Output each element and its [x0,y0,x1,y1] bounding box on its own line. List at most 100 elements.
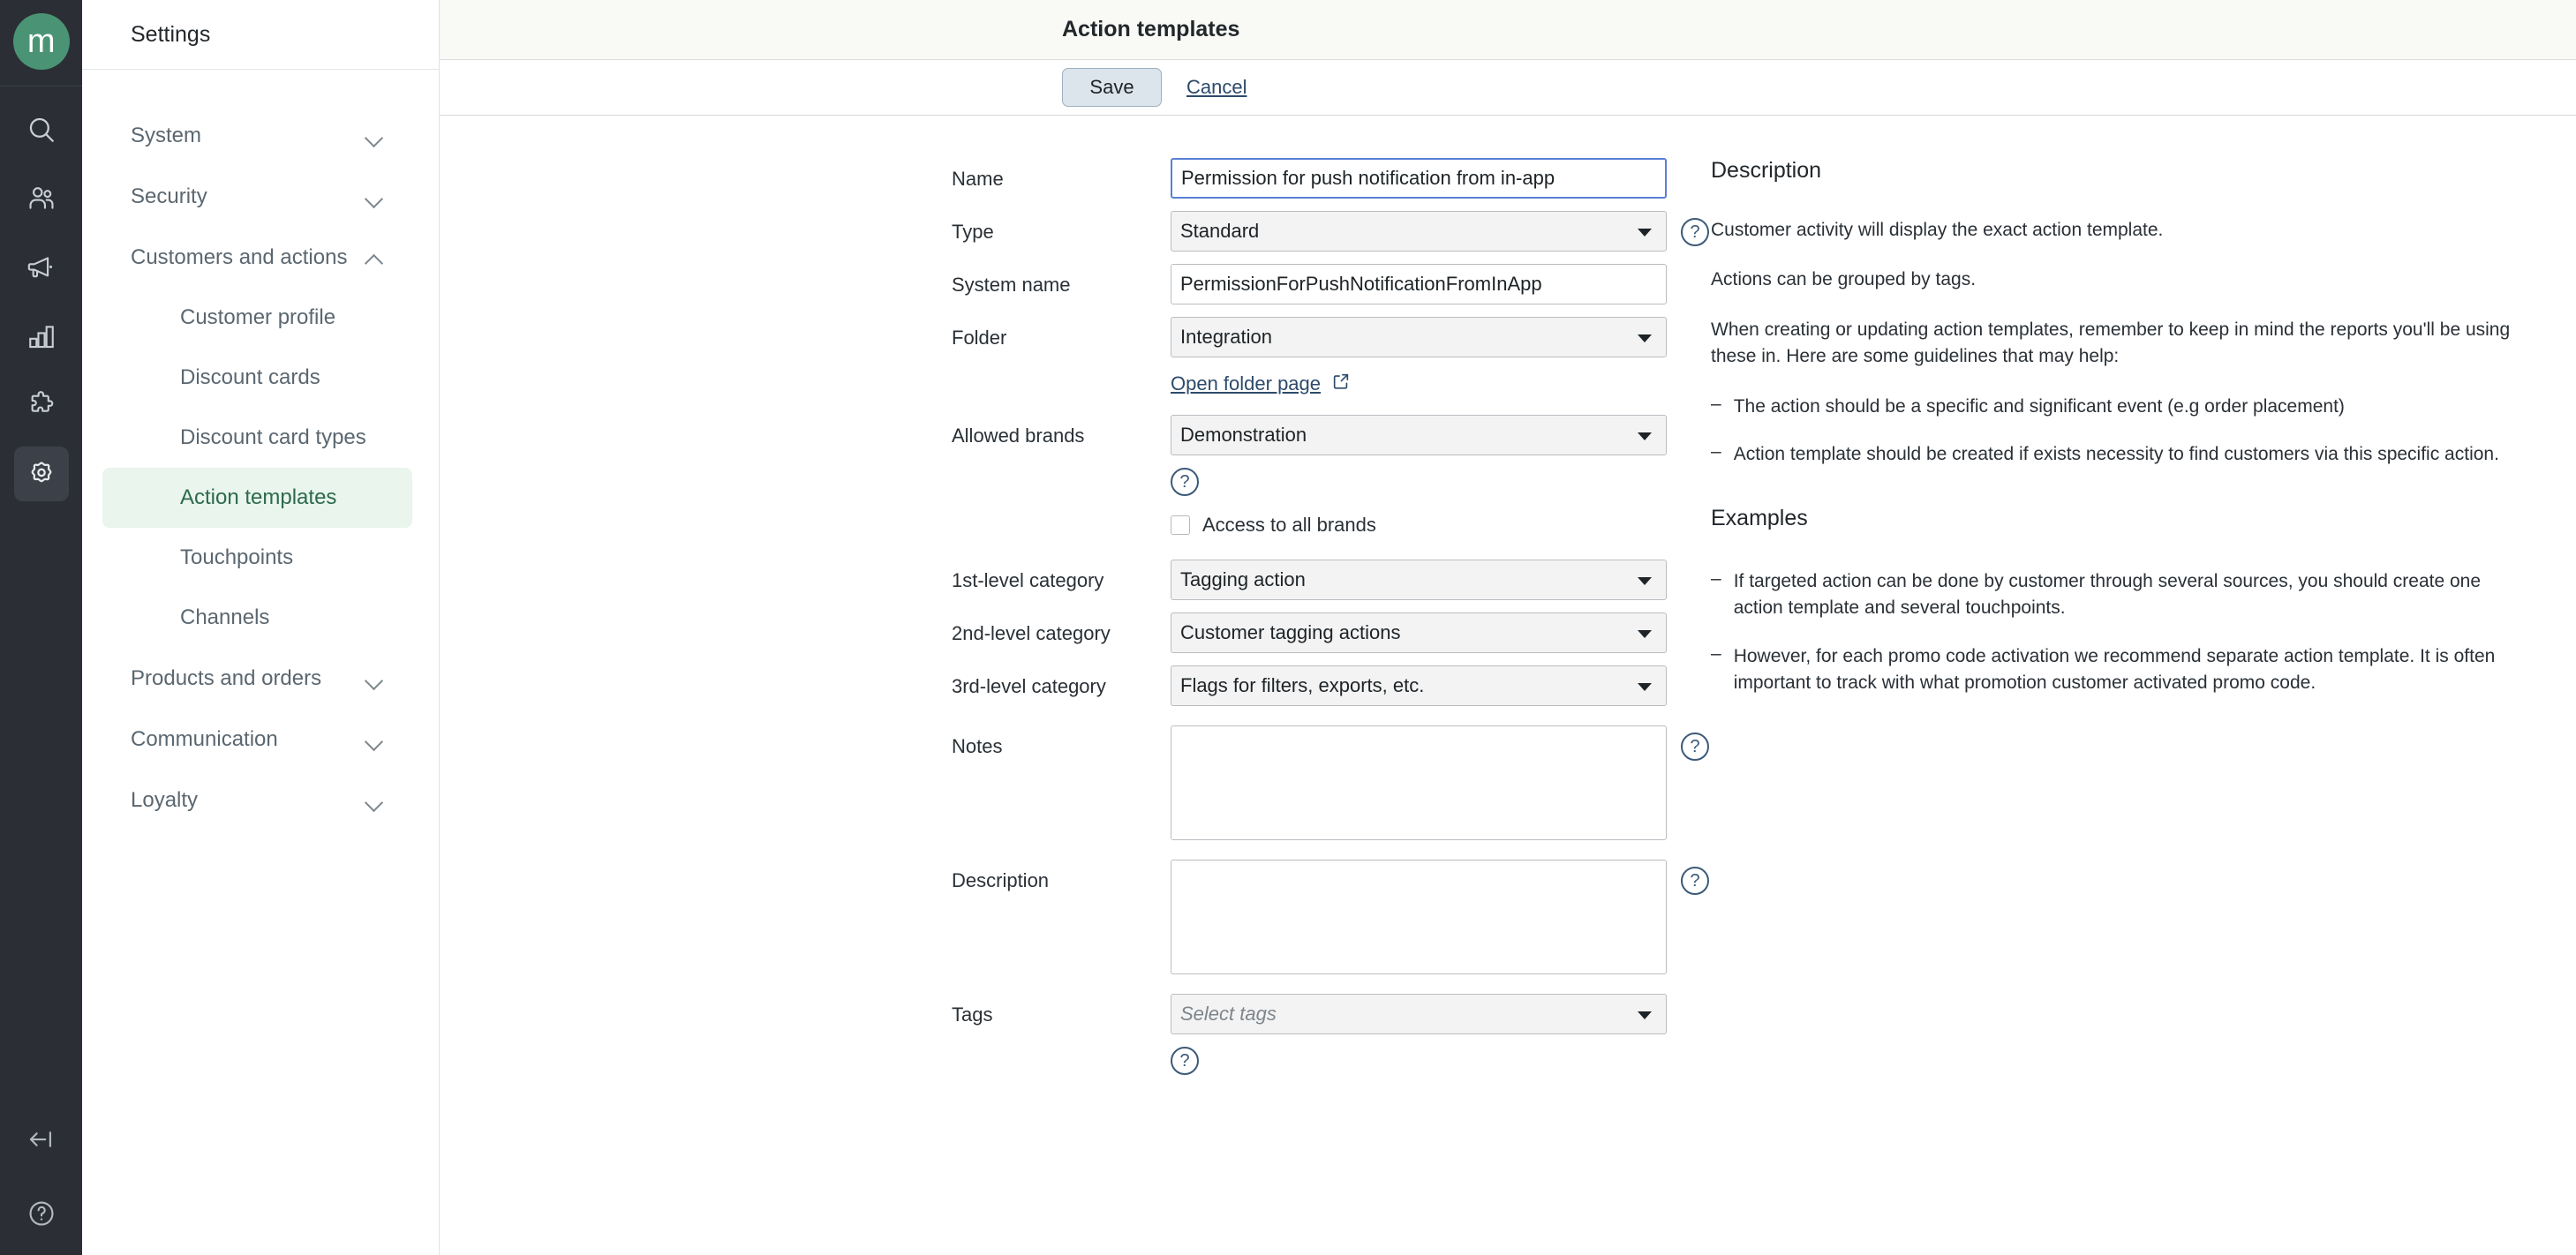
sidebar-item-touchpoints[interactable]: Touchpoints [102,528,412,588]
rail-item-analytics[interactable] [14,309,69,364]
field-row-cat2: 2nd-level category Customer tagging acti… [952,612,1711,653]
app-root: m Settings System Security Customers and… [0,0,2576,1255]
chevron-down-icon [1638,630,1652,638]
field-row-system-name: System name [952,264,1711,304]
main-area: Action templates Save Cancel Name Type [440,0,2576,1255]
sidebar-group-communication[interactable]: Communication [82,709,439,770]
bullet-dash: – [1711,441,1721,462]
rail-item-integrations[interactable] [14,378,69,432]
open-folder-page-link[interactable]: Open folder page [1171,372,1321,395]
external-link-icon[interactable] [1331,372,1351,395]
cat2-label: 2nd-level category [952,622,1111,644]
description-paragraph: Customer activity will display the exact… [1711,220,2164,240]
sidebar-group-label: Communication [131,726,278,751]
description-help-icon[interactable]: ? [1681,867,1709,895]
bullet-dash: – [1711,643,1721,664]
sidebar-group-label: System [131,123,202,147]
chevron-down-icon [365,795,383,806]
allowed-brands-help-row: ? [1171,468,1711,496]
bullet-dash: – [1711,393,1721,414]
rail-bottom-items [0,1112,82,1241]
cat3-control: Flags for filters, exports, etc. [1171,665,1667,706]
description-control: ? [1171,860,1709,974]
notes-textarea[interactable] [1171,725,1667,840]
rail-item-help[interactable] [14,1186,69,1241]
type-label: Type [952,221,994,243]
sidebar-group-security[interactable]: Security [82,166,439,227]
cat2-control: Customer tagging actions [1171,612,1667,653]
sidebar-group-system[interactable]: System [82,105,439,166]
sidebar-item-label: Customer profile [180,305,336,329]
sidebar-item-discount-cards[interactable]: Discount cards [102,348,412,408]
name-control [1171,158,1667,199]
sidebar-group-label: Security [131,184,207,208]
sidebar-group-products-and-orders[interactable]: Products and orders [82,648,439,709]
name-input[interactable] [1171,158,1667,199]
cat2-select[interactable]: Customer tagging actions [1171,612,1667,653]
sidebar-group-customers-and-actions[interactable]: Customers and actions [82,227,439,288]
notes-help-icon[interactable]: ? [1681,733,1709,761]
chevron-down-icon [365,673,383,684]
tags-select-placeholder: Select tags [1180,1003,1277,1025]
tags-label: Tags [952,1003,993,1026]
page-title: Action templates [1062,17,1240,41]
chevron-down-icon [1638,577,1652,585]
rail-item-campaigns[interactable] [14,240,69,295]
save-button[interactable]: Save [1062,68,1162,107]
cat1-select-value: Tagging action [1180,568,1306,590]
field-row-folder: Folder Integration [952,317,1711,357]
settings-gear-icon [26,459,56,489]
rail-item-search[interactable] [14,102,69,157]
action-toolbar: Save Cancel [440,60,2576,116]
sidebar-group-loyalty[interactable]: Loyalty [82,770,439,830]
type-control: Standard ? [1171,211,1709,252]
cat1-select[interactable]: Tagging action [1171,560,1667,600]
sidebar-subitems-customers-and-actions: Customer profile Discount cards Discount… [82,288,439,648]
cat2-select-value: Customer tagging actions [1180,621,1401,643]
tags-select[interactable]: Select tags [1171,994,1667,1034]
sidebar-item-action-templates[interactable]: Action templates [102,468,412,528]
allowed-brands-label: Allowed brands [952,425,1085,447]
folder-label: Folder [952,327,1007,349]
description-bullet: – The action should be a specific and si… [1711,394,2523,420]
sidebar-group-label: Loyalty [131,787,199,812]
tags-help-icon[interactable]: ? [1171,1047,1199,1075]
sidebar-item-discount-card-types[interactable]: Discount card types [102,408,412,468]
sidebar-item-channels[interactable]: Channels [102,588,412,648]
folder-select[interactable]: Integration [1171,317,1667,357]
field-row-name: Name [952,158,1711,199]
description-textarea[interactable] [1171,860,1667,974]
examples-bullet: – However, for each promo code activatio… [1711,643,2523,697]
allowed-brands-select[interactable]: Demonstration [1171,415,1667,455]
search-icon [26,115,56,145]
cancel-link[interactable]: Cancel [1186,76,1247,99]
field-row-cat1: 1st-level category Tagging action [952,560,1711,600]
type-select[interactable]: Standard [1171,211,1667,252]
cat3-select[interactable]: Flags for filters, exports, etc. [1171,665,1667,706]
notes-control: ? [1171,725,1709,840]
type-help-icon[interactable]: ? [1681,218,1709,246]
sidebar-item-label: Discount cards [180,365,320,389]
sidebar-nav: System Security Customers and actions Cu… [82,70,439,830]
access-all-brands-checkbox[interactable] [1171,515,1190,535]
app-logo[interactable]: m [12,13,70,70]
bullet-text: However, for each promo code activation … [1733,645,2496,693]
system-name-input[interactable] [1171,264,1667,304]
description-bullet: – Action template should be created if e… [1711,441,2523,468]
field-row-description: Description ? [952,860,1711,974]
field-row-tags: Tags Select tags [952,994,1711,1034]
rail-item-customers[interactable] [14,171,69,226]
settings-sidebar: Settings System Security Customers and a… [82,0,440,1255]
sidebar-item-customer-profile[interactable]: Customer profile [102,288,412,348]
collapse-sidebar-icon [26,1124,56,1154]
analytics-bar-chart-icon [26,321,56,351]
rail-item-settings[interactable] [13,447,69,501]
page-header: Action templates [440,0,2576,60]
allowed-brands-help-icon[interactable]: ? [1171,468,1199,496]
icon-rail: m [0,0,82,1255]
system-name-label: System name [952,274,1071,296]
allowed-brands-select-value: Demonstration [1180,424,1307,446]
cat1-control: Tagging action [1171,560,1667,600]
rail-item-collapse[interactable] [14,1112,69,1167]
bullet-dash: – [1711,567,1721,589]
